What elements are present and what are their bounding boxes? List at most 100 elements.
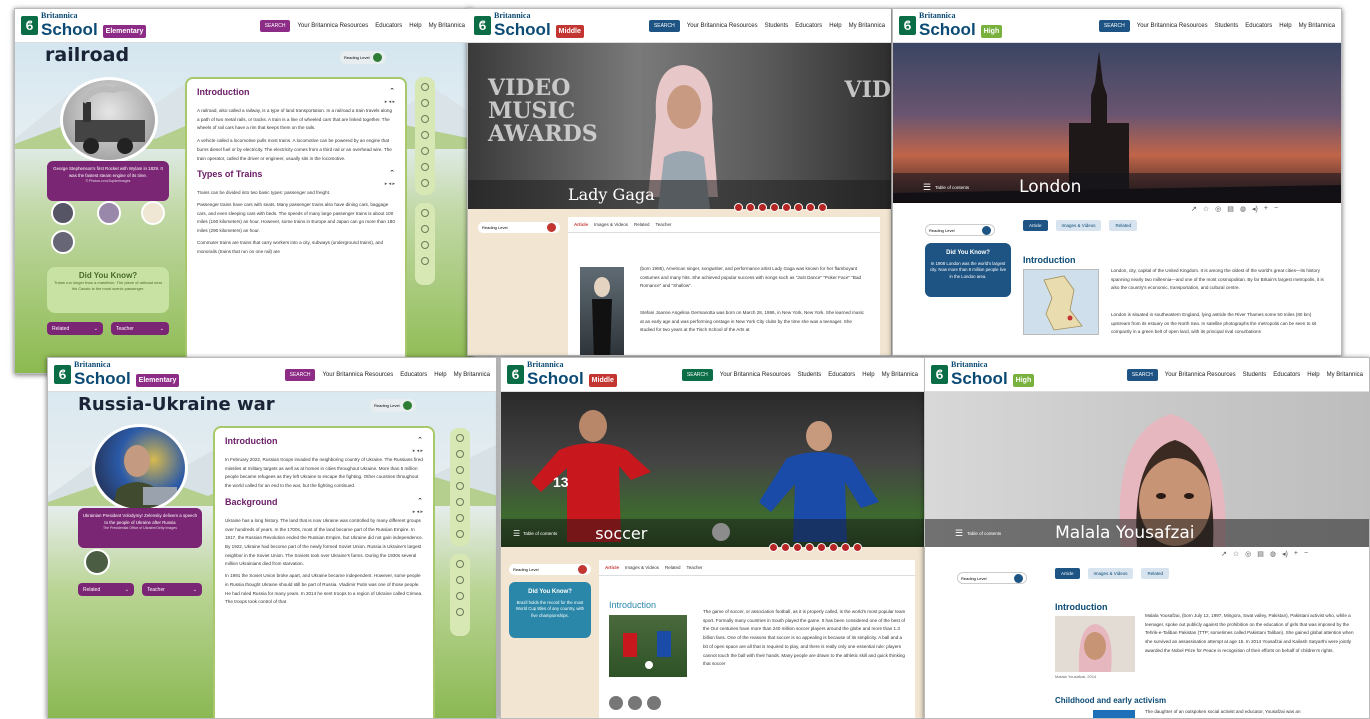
tab-related[interactable]: Related (1141, 568, 1169, 579)
thumbnail[interactable] (51, 201, 75, 225)
tab-images-videos[interactable]: Images & Videos (1087, 568, 1134, 579)
share-icon[interactable] (769, 543, 778, 552)
britannica-school-logo[interactable]: ϐ Britannica School Middle (507, 360, 617, 389)
nav-educators[interactable]: Educators (795, 23, 822, 29)
tab-article[interactable]: Article (605, 565, 619, 570)
star-icon[interactable] (421, 83, 429, 91)
table-of-contents-button[interactable]: ☰ Table of contents (513, 529, 557, 538)
tab-article[interactable]: Article (574, 222, 588, 227)
share-icon[interactable]: ↗ (1191, 205, 1197, 213)
print-icon[interactable]: ▤ (1257, 550, 1264, 558)
article-photo[interactable] (609, 615, 687, 677)
share-icon[interactable]: ↗ (1221, 550, 1227, 558)
translate-icon[interactable] (829, 543, 838, 552)
zoom-out-icon[interactable] (853, 543, 862, 552)
reading-level-control[interactable]: Reading Level (340, 51, 386, 64)
thumbnail[interactable] (97, 201, 121, 225)
listen-icon[interactable]: ◂) (1282, 550, 1288, 558)
tab-article[interactable]: Article (1023, 220, 1048, 231)
translate-icon[interactable]: ◍ (1270, 550, 1276, 558)
britannica-school-logo[interactable]: ϐ Britannica School Elementary (54, 360, 180, 389)
search-button[interactable]: SEARCH (648, 19, 680, 32)
listen-icon[interactable]: ◂) (1252, 205, 1258, 213)
table-of-contents-button[interactable]: ☰ Table of contents (955, 528, 1001, 539)
email-icon[interactable] (770, 203, 779, 212)
print-icon[interactable] (456, 466, 464, 474)
search-button[interactable]: SEARCH (259, 19, 291, 32)
tab-related[interactable]: Related (1109, 220, 1137, 231)
thumbnail[interactable] (141, 201, 165, 225)
tab-teacher[interactable]: Teacher (686, 565, 702, 570)
zoom-in-icon[interactable]: + (1294, 550, 1298, 558)
cite-icon[interactable] (781, 543, 790, 552)
zoom-out-icon[interactable] (456, 514, 464, 522)
nav-students[interactable]: Students (798, 372, 822, 378)
zoom-in-icon[interactable] (456, 498, 464, 506)
save-icon[interactable] (817, 543, 826, 552)
cite-icon[interactable]: ◎ (1245, 550, 1251, 558)
search-button[interactable]: SEARCH (681, 368, 713, 381)
teacher-button[interactable]: Teacher ⌄ (142, 583, 202, 596)
audio-controls[interactable]: ▸ ◂ ▸ (197, 181, 395, 187)
nav-resources[interactable]: Your Britannica Resources (1165, 372, 1236, 378)
notes-icon[interactable] (456, 576, 464, 584)
share-icon[interactable] (734, 203, 743, 212)
collapse-icon[interactable]: ⌃ (417, 497, 423, 507)
print-icon[interactable] (421, 115, 429, 123)
reading-level-control[interactable]: Reading Level (957, 572, 1027, 584)
nav-students[interactable]: Students (1215, 23, 1239, 29)
nav-help[interactable]: Help (829, 23, 841, 29)
zoom-in-icon[interactable] (806, 203, 815, 212)
nav-educators[interactable]: Educators (1273, 372, 1300, 378)
collapse-icon[interactable]: ⌃ (417, 436, 423, 446)
reading-level-control[interactable]: Reading Level (370, 399, 416, 412)
britannica-school-logo[interactable]: ϐ Britannica School High (899, 11, 1003, 40)
star-icon[interactable] (456, 434, 464, 442)
nav-my-britannica[interactable]: My Britannica (882, 372, 918, 378)
translate-icon[interactable]: ◍ (1240, 205, 1246, 213)
audio-controls[interactable]: ▸ ◂ ▸ (197, 99, 395, 105)
zoom-in-icon[interactable]: + (1264, 205, 1268, 213)
cite-icon[interactable]: ◎ (1215, 205, 1221, 213)
notes-icon[interactable] (421, 225, 429, 233)
audio-controls[interactable]: ▸ ◂ ▸ (225, 509, 423, 515)
nav-help[interactable]: Help (862, 372, 874, 378)
nav-help[interactable]: Help (409, 23, 421, 29)
cite-icon[interactable] (421, 99, 429, 107)
zoom-out-icon[interactable]: − (1304, 550, 1308, 558)
map-image[interactable] (1023, 269, 1099, 335)
tab-article[interactable]: Article (1055, 568, 1080, 579)
reading-level-control[interactable]: Reading Level (478, 222, 560, 233)
share-icon[interactable] (421, 131, 429, 139)
tab-related[interactable]: Related (634, 222, 650, 227)
listen-icon[interactable] (421, 241, 429, 249)
nav-educators[interactable]: Educators (400, 372, 427, 378)
nav-educators[interactable]: Educators (1245, 23, 1272, 29)
nav-students[interactable]: Students (1243, 372, 1267, 378)
search-button[interactable]: SEARCH (1126, 368, 1158, 381)
cite-icon[interactable] (456, 450, 464, 458)
table-of-contents-button[interactable]: ☰ Table of contents (923, 182, 969, 193)
cloud-icon[interactable] (421, 257, 429, 265)
search-button[interactable]: SEARCH (284, 368, 316, 381)
reading-level-control[interactable]: Reading Level (509, 564, 591, 575)
hero-image[interactable] (60, 77, 158, 163)
section-image[interactable] (1093, 710, 1135, 718)
nav-my-britannica[interactable]: My Britannica (849, 23, 885, 29)
audio-controls[interactable]: ▸ ◂ ▸ (225, 448, 423, 454)
nav-help[interactable]: Help (1307, 372, 1319, 378)
nav-my-britannica[interactable]: My Britannica (429, 23, 465, 29)
nav-my-britannica[interactable]: My Britannica (1299, 23, 1335, 29)
nav-resources[interactable]: Your Britannica Resources (720, 372, 791, 378)
related-button[interactable]: Related ⌄ (78, 583, 134, 596)
listen-icon[interactable] (456, 592, 464, 600)
tab-related[interactable]: Related (665, 565, 681, 570)
article-photo[interactable] (580, 267, 624, 355)
collapse-icon[interactable]: ⌃ (389, 87, 395, 97)
zoom-out-icon[interactable]: − (1274, 205, 1278, 213)
article-photo[interactable] (1055, 616, 1135, 672)
star-icon[interactable]: ☆ (1233, 550, 1239, 558)
britannica-school-logo[interactable]: ϐ Britannica School Elementary (21, 11, 147, 40)
zoom-out-icon[interactable] (818, 203, 827, 212)
nav-resources[interactable]: Your Britannica Resources (1137, 23, 1208, 29)
